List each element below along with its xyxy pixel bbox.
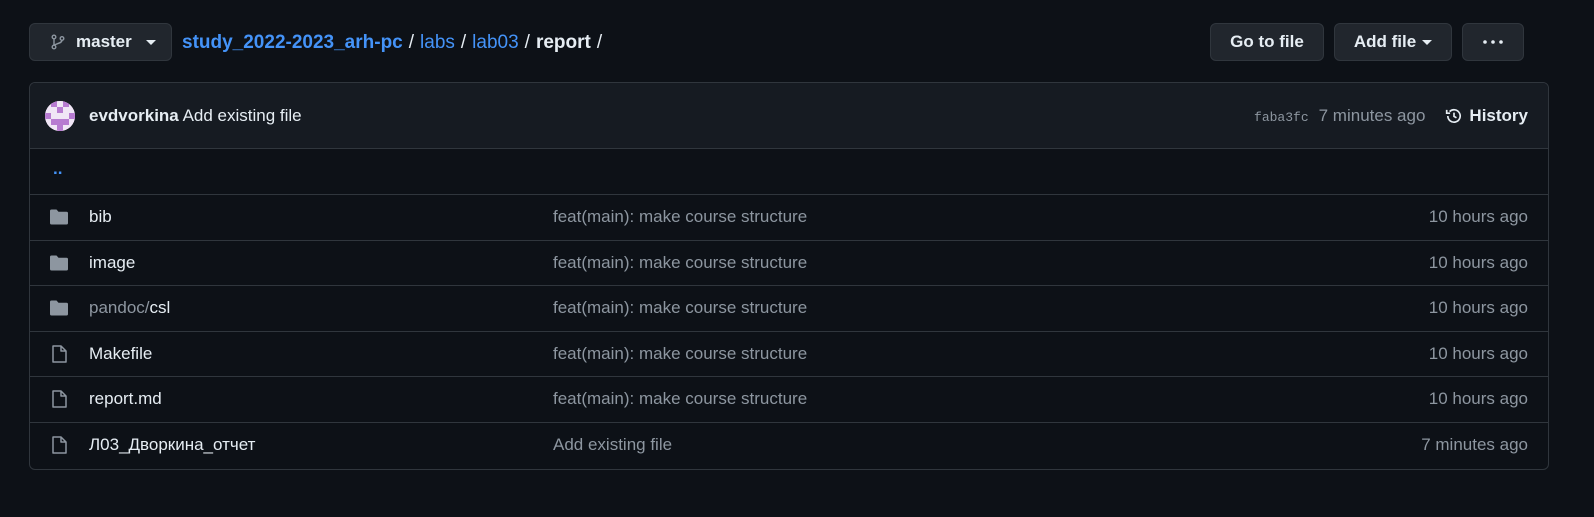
go-to-file-button[interactable]: Go to file: [1210, 23, 1324, 61]
add-file-label: Add file: [1353, 32, 1417, 51]
file-row[interactable]: Makefile feat(main): make course structu…: [30, 330, 1548, 377]
file-list-box: evdvorkina Add existing file faba3fc 7 m…: [29, 82, 1549, 470]
go-to-file-label: Go to file: [1230, 32, 1304, 51]
add-file-button[interactable]: Add file: [1334, 23, 1452, 61]
breadcrumb-repo-link[interactable]: study_2022-2023_arh-pc: [182, 32, 403, 54]
chevron-down-icon: [1422, 39, 1433, 45]
file-row[interactable]: Л03_Дворкина_отчет Add existing file 7 m…: [30, 421, 1548, 468]
file-commit-time: 10 hours ago: [1428, 298, 1528, 317]
identicon-icon: [45, 101, 75, 131]
file-row[interactable]: image feat(main): make course structure …: [30, 239, 1548, 286]
commit-time: 7 minutes ago: [1318, 106, 1426, 125]
file-name: Makefile: [89, 343, 153, 363]
history-label: History: [1469, 106, 1528, 125]
history-link[interactable]: History: [1445, 106, 1528, 126]
file-commit-time: 10 hours ago: [1428, 207, 1528, 226]
commit-message-link[interactable]: Add existing file: [183, 106, 302, 125]
file-name-link[interactable]: image: [89, 253, 135, 273]
file-name-link[interactable]: report.md: [89, 389, 162, 409]
git-branch-icon: [51, 34, 65, 50]
breadcrumb-labs-link[interactable]: labs: [420, 32, 455, 54]
breadcrumb-current: report: [535, 32, 591, 53]
history-icon: [1446, 109, 1462, 123]
file-name: bib: [89, 207, 112, 226]
file-navigation: master study_2022-2023_arh-pc / labs / l…: [29, 23, 1549, 63]
file-name-link[interactable]: pandoc/csl: [89, 298, 170, 318]
commit-sha-link[interactable]: faba3fc: [1254, 110, 1309, 125]
more-options-button[interactable]: [1462, 23, 1524, 61]
file-name-link[interactable]: bib: [89, 207, 112, 227]
file-commit-time: 7 minutes ago: [1421, 434, 1528, 454]
file-commit-message-link[interactable]: feat(main): make course structure: [553, 207, 807, 227]
file-name: csl: [149, 298, 171, 317]
kebab-horizontal-icon: [1483, 40, 1503, 44]
breadcrumb-separator: /: [408, 32, 415, 53]
file-commit-message-link[interactable]: feat(main): make course structure: [553, 253, 807, 273]
file-row[interactable]: report.md feat(main): make course struct…: [30, 376, 1548, 422]
file-commit-time: 10 hours ago: [1428, 343, 1528, 363]
parent-directory-row[interactable]: ..: [30, 149, 1548, 194]
file-name-link[interactable]: Makefile: [89, 344, 152, 364]
file-name: Л03_Дворкина_отчет: [89, 434, 256, 454]
breadcrumb-separator: /: [596, 32, 603, 53]
file-icon: [49, 344, 69, 363]
folder-icon: [49, 299, 69, 317]
branch-name: master: [76, 32, 132, 51]
file-icon: [49, 435, 69, 454]
folder-icon: [49, 254, 69, 272]
file-commit-message-link[interactable]: feat(main): make course structure: [553, 298, 807, 318]
file-commit-time: 10 hours ago: [1428, 389, 1528, 408]
file-path-prefix: pandoc/: [89, 298, 150, 317]
file-row[interactable]: bib feat(main): make course structure 10…: [30, 194, 1548, 240]
file-commit-time: 10 hours ago: [1428, 252, 1528, 272]
parent-directory-link[interactable]: ..: [53, 159, 62, 179]
chevron-down-icon: [145, 39, 156, 45]
file-name: image: [89, 252, 136, 272]
breadcrumb-lab03-link[interactable]: lab03: [472, 32, 519, 54]
file-icon: [49, 390, 69, 408]
file-name-link[interactable]: Л03_Дворкина_отчет: [89, 435, 255, 455]
commit-author-link[interactable]: evdvorkina: [89, 106, 179, 125]
avatar[interactable]: [45, 101, 75, 131]
breadcrumb-separator: /: [524, 32, 530, 53]
file-commit-message-link[interactable]: Add existing file: [553, 435, 672, 455]
file-commit-message-link[interactable]: feat(main): make course structure: [553, 344, 807, 364]
commit-summary: evdvorkina Add existing file: [89, 106, 302, 126]
commit-meta: faba3fc 7 minutes ago History: [1254, 83, 1528, 149]
branch-select-button[interactable]: master: [29, 23, 172, 61]
folder-icon: [49, 208, 69, 226]
file-row[interactable]: pandoc/csl feat(main): make course struc…: [30, 285, 1548, 331]
breadcrumb-separator: /: [460, 32, 467, 53]
file-commit-message-link[interactable]: feat(main): make course structure: [553, 389, 807, 409]
file-name: report.md: [89, 389, 162, 408]
latest-commit-header: evdvorkina Add existing file faba3fc 7 m…: [30, 83, 1548, 149]
breadcrumb: study_2022-2023_arh-pc / labs / lab03 / …: [182, 23, 608, 63]
